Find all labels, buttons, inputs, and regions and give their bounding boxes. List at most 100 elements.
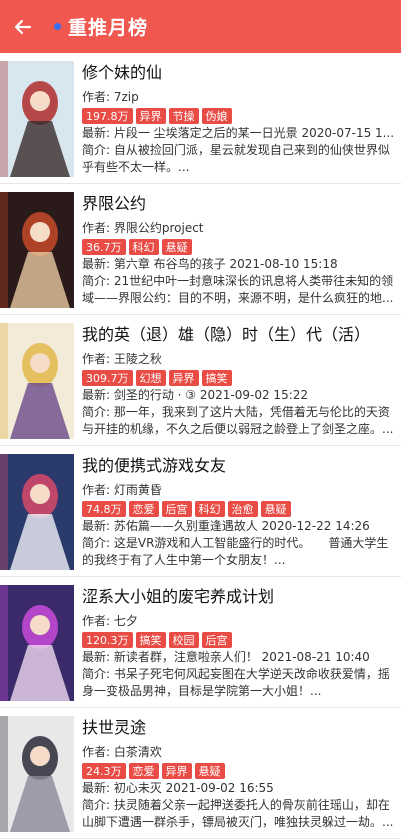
genre-tag: 后宫 xyxy=(201,632,232,648)
genre-tag: 悬疑 xyxy=(161,239,192,255)
book-list: 修个妹的仙 作者: 7zip 197.8万 异界 节操 伪娘 最新: 片段一 尘埃落定之后的… xyxy=(0,53,401,839)
title-dot-icon xyxy=(54,23,61,30)
intro-label: 简介: xyxy=(82,405,114,419)
book-title[interactable]: 我的英（退）雄（隐）时（生）代（活） xyxy=(82,324,398,351)
intro-text: 那一年，我来到了这片大陆，凭借着无与伦比的天资与开挂的机缘，不久之后便以弱冠之龄… xyxy=(82,405,394,436)
book-info: 我的便携式游戏女友 作者: 灯雨黄昏 74.8万 恋爱 后宫 科幻 治愈 悬疑 最新: 苏佑篇—… xyxy=(82,455,398,569)
book-list-item[interactable]: 我的便携式游戏女友 作者: 灯雨黄昏 74.8万 恋爱 后宫 科幻 治愈 悬疑 最新: 苏佑篇—… xyxy=(0,446,401,577)
book-info: 涩系大小姐的废宅养成计划 作者: 七夕 120.3万 搞笑 校园 后宫 最新: 新读者群，注… xyxy=(82,586,398,700)
intro-label: 简介: xyxy=(82,143,114,157)
book-info: 修个妹的仙 作者: 7zip 197.8万 异界 节操 伪娘 最新: 片段一 尘埃落定之后的… xyxy=(82,62,398,176)
book-tags: 24.3万 恋爱 异界 悬疑 xyxy=(82,763,398,779)
genre-tag: 伪娘 xyxy=(201,108,232,124)
latest-text: 剑圣的行动 · ③ 2021-09-02 15:22 xyxy=(113,388,309,402)
genre-tag: 治愈 xyxy=(227,501,258,517)
book-intro: 简介: 这是VR游戏和人工智能盛行的时代。 普通大学生的我终于有了人生中第一个女… xyxy=(82,535,398,569)
back-button[interactable] xyxy=(0,0,46,53)
latest-label: 最新: xyxy=(82,650,114,664)
book-cover-image[interactable] xyxy=(0,192,74,308)
genre-tag: 悬疑 xyxy=(260,501,291,517)
author-name: 灯雨黄昏 xyxy=(113,483,162,497)
author-label: 作者: xyxy=(82,614,114,628)
book-title[interactable]: 扶世灵途 xyxy=(82,717,398,744)
book-tags: 197.8万 异界 节操 伪娘 xyxy=(82,108,398,124)
latest-chapter: 最新: 片段一 尘埃落定之后的某一日光景 2020-07-15 1... xyxy=(82,125,398,142)
intro-label: 简介: xyxy=(82,798,114,812)
genre-tag: 科幻 xyxy=(128,239,159,255)
book-list-item[interactable]: 涩系大小姐的废宅养成计划 作者: 七夕 120.3万 搞笑 校园 后宫 最新: 新读者群，注… xyxy=(0,577,401,708)
genre-tag: 异界 xyxy=(135,108,166,124)
latest-chapter: 最新: 剑圣的行动 · ③ 2021-09-02 15:22 xyxy=(82,387,398,404)
author-name: 王陵之秋 xyxy=(113,352,162,366)
genre-tag: 搞笑 xyxy=(201,370,232,386)
genre-tag: 异界 xyxy=(161,763,192,779)
word-count-badge: 197.8万 xyxy=(82,108,133,124)
intro-text: 书呆子死宅何风起妄图在大学逆天改命收获爱情，摇身一变极品男神，目标是学院第一大小… xyxy=(82,667,390,698)
book-tags: 74.8万 恋爱 后宫 科幻 治愈 悬疑 xyxy=(82,501,398,517)
book-title[interactable]: 修个妹的仙 xyxy=(82,62,398,89)
book-tags: 120.3万 搞笑 校园 后宫 xyxy=(82,632,398,648)
book-author: 作者: 王陵之秋 xyxy=(82,351,398,368)
latest-text: 第六章 布谷鸟的孩子 2021-08-10 15:18 xyxy=(113,257,338,271)
word-count-badge: 36.7万 xyxy=(82,239,126,255)
author-name: 七夕 xyxy=(113,614,138,628)
genre-tag: 悬疑 xyxy=(194,763,225,779)
author-label: 作者: xyxy=(82,352,114,366)
latest-label: 最新: xyxy=(82,388,114,402)
book-title[interactable]: 我的便携式游戏女友 xyxy=(82,455,398,482)
author-label: 作者: xyxy=(82,221,114,235)
book-cover-image[interactable] xyxy=(0,585,74,701)
latest-text: 苏佑篇——久别重逢遇故人 2020-12-22 14:26 xyxy=(113,519,370,533)
book-cover-image[interactable] xyxy=(0,323,74,439)
book-list-item[interactable]: 我的英（退）雄（隐）时（生）代（活） 作者: 王陵之秋 309.7万 幻想 异界 搞笑 最新… xyxy=(0,315,401,446)
book-intro: 简介: 书呆子死宅何风起妄图在大学逆天改命收获爱情，摇身一变极品男神，目标是学院… xyxy=(82,666,398,700)
author-name: 白茶清欢 xyxy=(113,745,162,759)
book-author: 作者: 灯雨黄昏 xyxy=(82,482,398,499)
genre-tag: 后宫 xyxy=(161,501,192,517)
word-count-badge: 309.7万 xyxy=(82,370,133,386)
book-info: 扶世灵途 作者: 白茶清欢 24.3万 恋爱 异界 悬疑 最新: 初心未灭 2021-09-… xyxy=(82,717,398,831)
latest-chapter: 最新: 初心未灭 2021-09-02 16:55 xyxy=(82,780,398,797)
intro-text: 扶灵随着父亲一起押送委托人的骨灰前往瑶山，却在山脚下遭遇一群杀手，镖局被灭门，唯… xyxy=(82,798,394,829)
book-info: 界限公约 作者: 界限公约project 36.7万 科幻 悬疑 最新: 第六章 布谷鸟的… xyxy=(82,193,398,307)
latest-text: 片段一 尘埃落定之后的某一日光景 2020-07-15 1... xyxy=(113,126,395,140)
latest-chapter: 最新: 第六章 布谷鸟的孩子 2021-08-10 15:18 xyxy=(82,256,398,273)
book-cover-image[interactable] xyxy=(0,61,74,177)
intro-label: 简介: xyxy=(82,667,114,681)
genre-tag: 节操 xyxy=(168,108,199,124)
intro-text: 这是VR游戏和人工智能盛行的时代。 普通大学生的我终于有了人生中第一个女朋友！.… xyxy=(82,536,389,567)
genre-tag: 幻想 xyxy=(135,370,166,386)
latest-label: 最新: xyxy=(82,257,114,271)
latest-chapter: 最新: 新读者群，注意啦亲人们！ 2021-08-21 10:40 xyxy=(82,649,398,666)
author-name: 7zip xyxy=(113,90,139,104)
book-intro: 简介: 自从被捡回门派，星云就发现自己来到的仙侠世界似乎有些不太一样。... xyxy=(82,142,398,176)
intro-text: 21世纪中叶一封意味深长的讯息将人类带往未知的领域——界限公约：目的不明，来源不… xyxy=(82,274,394,305)
book-cover-image[interactable] xyxy=(0,716,74,832)
book-list-item[interactable]: 修个妹的仙 作者: 7zip 197.8万 异界 节操 伪娘 最新: 片段一 尘埃落定之后的… xyxy=(0,53,401,184)
latest-label: 最新: xyxy=(82,126,114,140)
page-title: 重推月榜 xyxy=(68,17,149,39)
book-tags: 36.7万 科幻 悬疑 xyxy=(82,239,398,255)
book-tags: 309.7万 幻想 异界 搞笑 xyxy=(82,370,398,386)
word-count-badge: 74.8万 xyxy=(82,501,126,517)
author-label: 作者: xyxy=(82,745,114,759)
author-label: 作者: xyxy=(82,90,114,104)
word-count-badge: 24.3万 xyxy=(82,763,126,779)
word-count-badge: 120.3万 xyxy=(82,632,133,648)
genre-tag: 校园 xyxy=(168,632,199,648)
top-app-bar: 重推月榜 xyxy=(0,0,401,53)
latest-text: 初心未灭 2021-09-02 16:55 xyxy=(113,781,274,795)
intro-text: 自从被捡回门派，星云就发现自己来到的仙侠世界似乎有些不太一样。... xyxy=(82,143,390,174)
book-list-item[interactable]: 界限公约 作者: 界限公约project 36.7万 科幻 悬疑 最新: 第六章 布谷鸟的… xyxy=(0,184,401,315)
arrow-left-icon xyxy=(14,19,32,34)
book-info: 我的英（退）雄（隐）时（生）代（活） 作者: 王陵之秋 309.7万 幻想 异界 搞笑 最新… xyxy=(82,324,398,438)
book-intro: 简介: 扶灵随着父亲一起押送委托人的骨灰前往瑶山，却在山脚下遭遇一群杀手，镖局被… xyxy=(82,797,398,831)
author-name: 界限公约project xyxy=(113,221,204,235)
book-author: 作者: 界限公约project xyxy=(82,220,398,237)
book-cover-image[interactable] xyxy=(0,454,74,570)
book-list-item[interactable]: 扶世灵途 作者: 白茶清欢 24.3万 恋爱 异界 悬疑 最新: 初心未灭 2021-09-… xyxy=(0,708,401,839)
book-title[interactable]: 界限公约 xyxy=(82,193,398,220)
genre-tag: 异界 xyxy=(168,370,199,386)
book-title[interactable]: 涩系大小姐的废宅养成计划 xyxy=(82,586,398,613)
genre-tag: 搞笑 xyxy=(135,632,166,648)
